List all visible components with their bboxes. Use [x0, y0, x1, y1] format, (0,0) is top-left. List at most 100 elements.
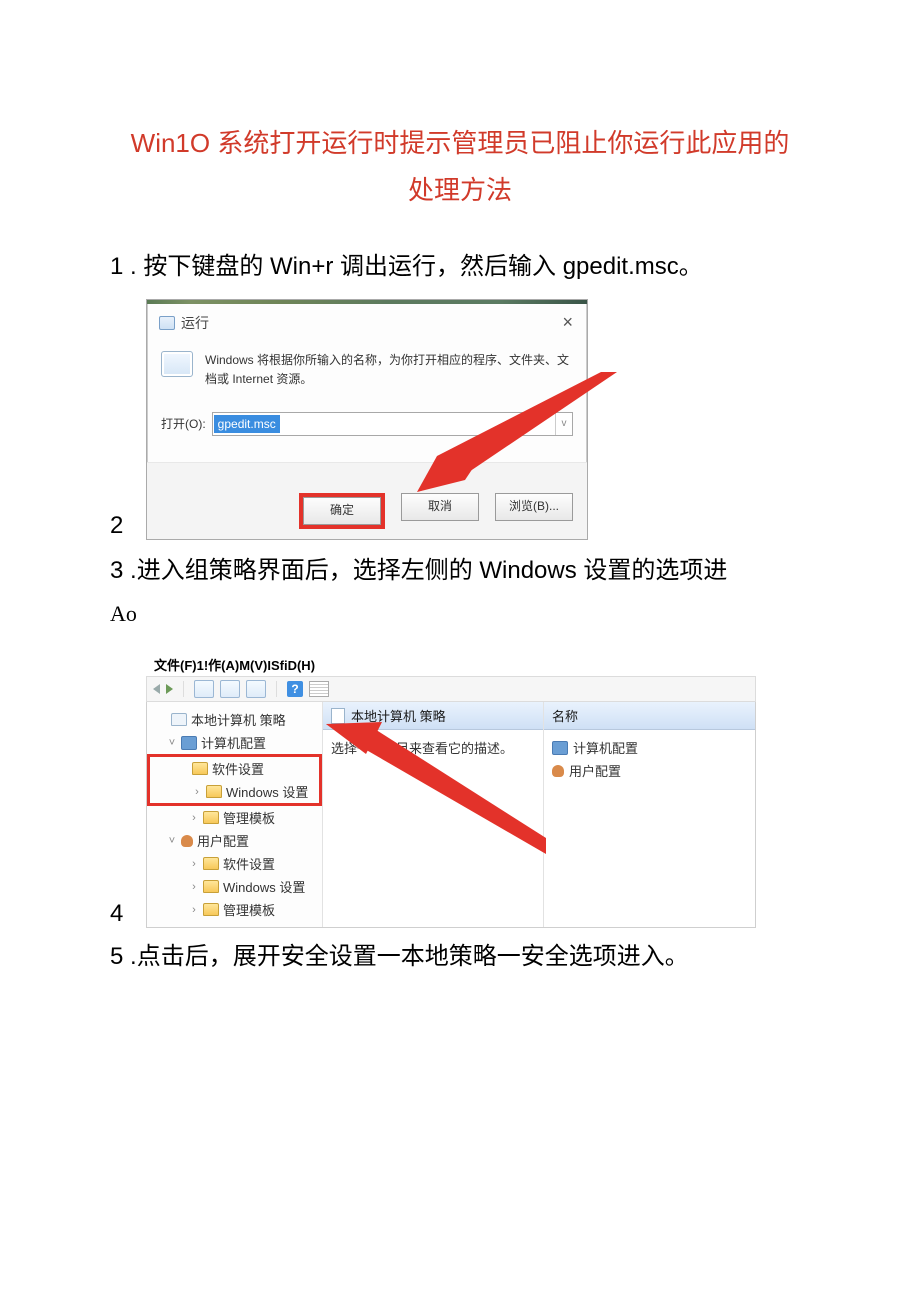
open-input[interactable]: gpedit.msc v	[212, 412, 573, 436]
document-title: Win1O 系统打开运行时提示管理员已阻止你运行此应用的 处理方法	[110, 120, 810, 214]
user-icon	[181, 835, 193, 847]
list-view-icon[interactable]	[309, 681, 329, 697]
tree-computer-config[interactable]: ˅ 计算机配置	[147, 731, 322, 754]
step-3-num: 3	[110, 557, 123, 584]
run-icon	[159, 316, 175, 330]
tree-admin-templates-2[interactable]: › 管理模板	[147, 898, 322, 921]
run-button-row: 确定 取消 浏览(B)...	[147, 462, 587, 539]
tree-admin-templates-1[interactable]: › 管理模板	[147, 806, 322, 829]
title-line-1: Win1O 系统打开运行时提示管理员已阻止你运行此应用的	[110, 120, 810, 167]
run-open-row: 打开(O): gpedit.msc v	[161, 412, 573, 436]
gpedit-list-pane: 名称 计算机配置 用户配置	[543, 702, 755, 927]
close-icon[interactable]: ×	[560, 312, 575, 333]
expand-icon[interactable]: ›	[192, 786, 202, 798]
step-2-num: 2	[110, 512, 146, 540]
step-1: 1 . 按下键盘的 Win+r 调出运行，然后输入 gpedit.msc。	[110, 244, 810, 290]
gpedit-menubar: 文件(F)1!作(A)M(V)ISfiD(H)	[146, 655, 756, 674]
folder-icon	[203, 880, 219, 893]
detail-pane-header: 本地计算机 策略	[323, 702, 543, 730]
tree-admin-templates-1-label: 管理模板	[223, 808, 275, 827]
list-item-computer-config[interactable]: 计算机配置	[552, 736, 747, 759]
toolbar-separator-2	[276, 681, 277, 697]
tree-windows-settings-1[interactable]: › Windows 设置	[150, 780, 319, 803]
run-dialog-title: 运行	[181, 313, 209, 333]
ok-button[interactable]: 确定	[303, 497, 381, 525]
collapse-icon[interactable]: ˅	[167, 835, 177, 847]
figure-2-row: 4 文件(F)1!作(A)M(V)ISfiD(H) ?	[110, 655, 810, 928]
folder-icon	[203, 903, 219, 916]
step-5: 5 .点击后，展开安全设置一本地策略一安全选项进入。	[110, 934, 810, 980]
tree-windows-settings-1-label: Windows 设置	[226, 782, 308, 801]
tree-software-settings-2-label: 软件设置	[223, 854, 275, 873]
tree-windows-settings-2[interactable]: › Windows 设置	[147, 875, 322, 898]
list-body: 计算机配置 用户配置	[544, 730, 755, 788]
step-3: 3 .进入组策略界面后，选择左侧的 Windows 设置的选项进 Ao	[110, 548, 810, 628]
tree-software-settings-1-label: 软件设置	[212, 759, 264, 778]
figure-1-row: 2 运行 × Windows 将根据你所输入的名称，为你打开相应的程序、文件夹、…	[110, 299, 810, 539]
tree-user-config-label: 用户配置	[197, 831, 249, 850]
folder-icon	[203, 811, 219, 824]
expand-icon[interactable]	[157, 714, 167, 726]
tree-computer-config-label: 计算机配置	[201, 733, 266, 752]
expand-icon[interactable]: ›	[189, 858, 199, 870]
ok-highlight-box: 确定	[299, 493, 385, 529]
step-1-text: . 按下键盘的 Win+r 调出运行，然后输入 gpedit.msc。	[123, 253, 702, 280]
toolbar-button-2[interactable]	[220, 680, 240, 698]
annotation-highlight-box: 软件设置 › Windows 设置	[147, 754, 322, 806]
list-item-user-config[interactable]: 用户配置	[552, 759, 747, 782]
gpedit-window: ? 本地计算机 策略 ˅ 计算机配置	[146, 676, 756, 928]
run-dialog-title-group: 运行	[159, 313, 209, 333]
expand-icon[interactable]: ›	[189, 881, 199, 893]
folder-icon	[203, 857, 219, 870]
run-dialog-desc-row: Windows 将根据你所输入的名称，为你打开相应的程序、文件夹、文档或 Int…	[161, 351, 573, 389]
help-icon[interactable]: ?	[287, 681, 303, 697]
expand-icon[interactable]: ›	[189, 904, 199, 916]
folder-icon	[192, 762, 208, 775]
chevron-down-icon[interactable]: v	[555, 413, 572, 435]
detail-pane-title: 本地计算机 策略	[351, 706, 446, 725]
tree-windows-settings-2-label: Windows 设置	[223, 877, 305, 896]
step-5-text: .点击后，展开安全设置一本地策略一安全选项进入。	[123, 943, 688, 970]
tree-root[interactable]: 本地计算机 策略	[147, 708, 322, 731]
expand-icon[interactable]: ›	[189, 812, 199, 824]
run-dialog-description: Windows 将根据你所输入的名称，为你打开相应的程序、文件夹、文档或 Int…	[205, 351, 573, 389]
tree-root-label: 本地计算机 策略	[191, 710, 286, 729]
step-5-num: 5	[110, 943, 123, 970]
list-item-user-config-label: 用户配置	[569, 761, 621, 780]
gpedit-detail-pane: 本地计算机 策略 选择一个项目来查看它的描述。	[322, 702, 543, 927]
gpedit-tree: 本地计算机 策略 ˅ 计算机配置 软件设置	[147, 702, 322, 927]
tree-software-settings-1[interactable]: 软件设置	[150, 757, 319, 780]
toolbar-button-3[interactable]	[246, 680, 266, 698]
step-4-num: 4	[110, 900, 146, 928]
tree-software-settings-2[interactable]: › 软件设置	[147, 852, 322, 875]
toolbar-button-1[interactable]	[194, 680, 214, 698]
toolbar-separator	[183, 681, 184, 697]
title-line-2: 处理方法	[110, 167, 810, 214]
user-icon	[552, 765, 564, 777]
run-dialog: 运行 × Windows 将根据你所输入的名称，为你打开相应的程序、文件夹、文档…	[146, 299, 588, 539]
step-3-text: .进入组策略界面后，选择左侧的 Windows 设置的选项进	[123, 557, 727, 584]
list-header: 名称	[544, 702, 755, 730]
run-dialog-header: 运行 ×	[147, 304, 587, 339]
doc-icon	[331, 708, 345, 724]
tree-user-config[interactable]: ˅ 用户配置	[147, 829, 322, 852]
detail-pane-text: 选择一个项目来查看它的描述。	[323, 730, 543, 765]
figure-2: 文件(F)1!作(A)M(V)ISfiD(H) ?	[146, 655, 756, 928]
browse-button[interactable]: 浏览(B)...	[495, 493, 573, 521]
computer-icon	[181, 736, 197, 750]
cancel-button[interactable]: 取消	[401, 493, 479, 521]
policy-icon	[171, 713, 187, 726]
open-label: 打开(O):	[161, 415, 206, 432]
step-3-sub: Ao	[110, 601, 810, 627]
open-input-value: gpedit.msc	[214, 415, 280, 433]
back-icon[interactable]	[153, 684, 160, 694]
collapse-icon[interactable]: ˅	[167, 737, 177, 749]
gpedit-panes: 本地计算机 策略 ˅ 计算机配置 软件设置	[146, 702, 756, 928]
document-page: Win1O 系统打开运行时提示管理员已阻止你运行此应用的 处理方法 1 . 按下…	[0, 0, 920, 980]
tree-admin-templates-2-label: 管理模板	[223, 900, 275, 919]
gpedit-toolbar: ?	[146, 676, 756, 702]
step-1-num: 1	[110, 253, 123, 280]
computer-icon	[552, 741, 568, 755]
forward-icon[interactable]	[166, 684, 173, 694]
folder-icon	[206, 785, 222, 798]
